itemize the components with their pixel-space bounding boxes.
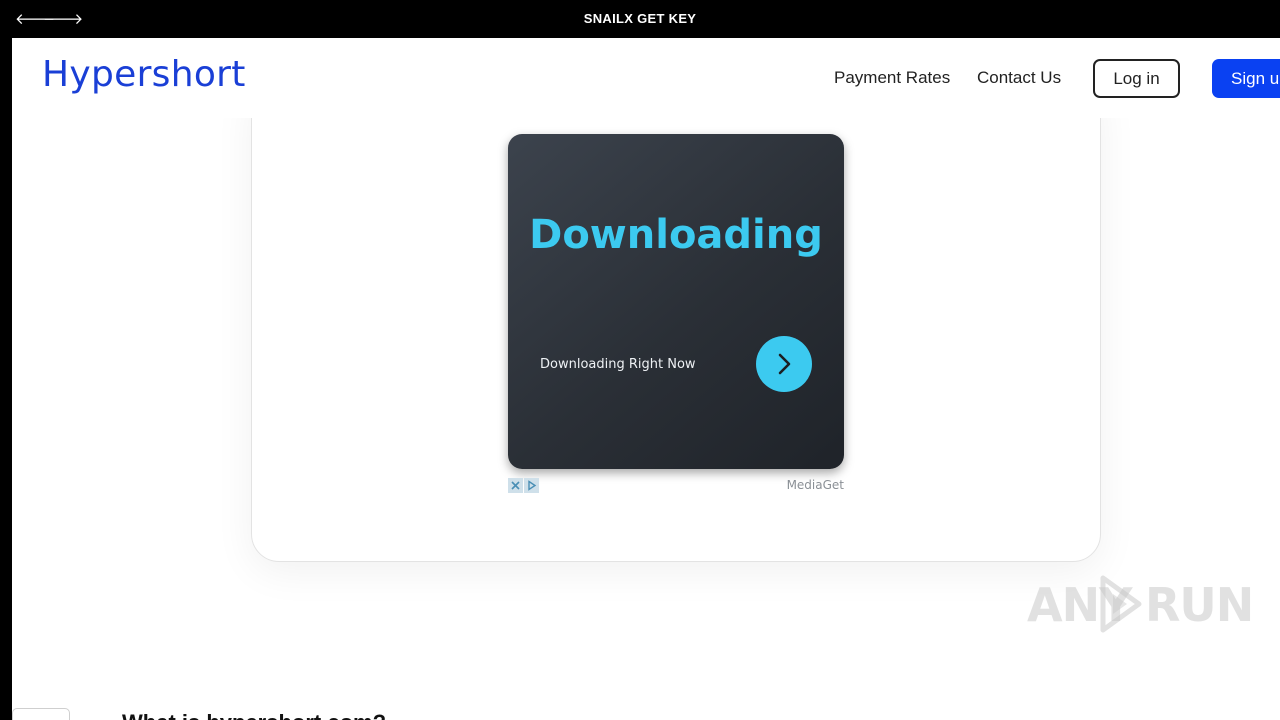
brand-logo[interactable]: Hypershort <box>42 54 246 95</box>
title-bar: 🡐 🡒 SNAILX GET KEY <box>0 0 1280 38</box>
adchoices-close-icon[interactable] <box>508 478 523 493</box>
ad-banner[interactable]: Downloading Downloading Right Now <box>508 134 844 469</box>
watermark-text-right: RUN <box>1145 578 1254 632</box>
site-header: Hypershort Payment Rates Contact Us Log … <box>12 38 1280 118</box>
ad-footer: MediaGet <box>508 478 844 494</box>
ad-headline: Downloading <box>529 212 823 258</box>
login-button[interactable]: Log in <box>1093 59 1180 98</box>
ad-subtext: Downloading Right Now <box>540 357 696 372</box>
play-icon <box>1100 575 1142 633</box>
nav-contact-us[interactable]: Contact Us <box>977 68 1061 88</box>
window-title: SNAILX GET KEY <box>583 11 697 26</box>
ad-source-label: MediaGet <box>786 478 844 492</box>
anyrun-watermark: ANY RUN <box>1027 572 1254 636</box>
signup-button[interactable]: Sign up <box>1212 59 1280 98</box>
nav-payment-rates[interactable]: Payment Rates <box>834 68 950 88</box>
ad-go-button[interactable] <box>756 336 812 392</box>
corner-widget[interactable] <box>12 708 70 720</box>
faq-heading: What is hypershort.com? <box>122 710 386 720</box>
chevron-right-icon <box>778 353 791 375</box>
adchoices-info-icon[interactable] <box>524 478 539 493</box>
